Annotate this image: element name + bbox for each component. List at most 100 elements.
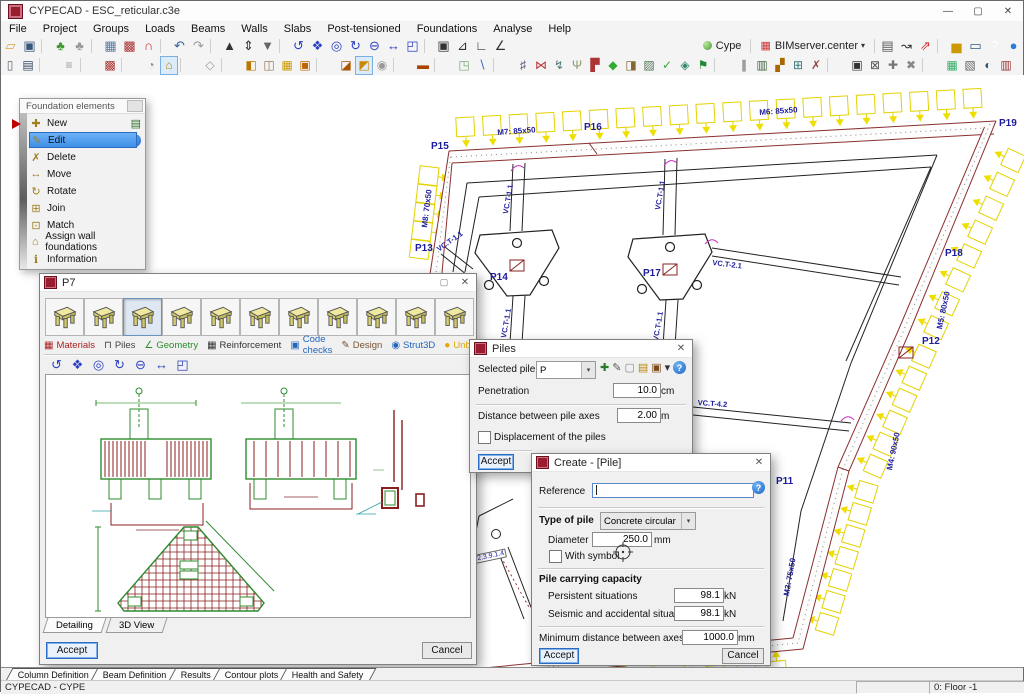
ribbon-tool-icon[interactable] bbox=[922, 58, 941, 72]
close-icon[interactable]: ✕ bbox=[670, 343, 692, 354]
ribbon-tool-icon[interactable]: ▥ bbox=[997, 57, 1015, 74]
ribbon-tool-icon[interactable]: ◉ bbox=[373, 57, 391, 74]
foundation-item-delete[interactable]: ✗ Delete bbox=[29, 149, 137, 165]
import-pile-icon[interactable]: ▤ bbox=[638, 361, 648, 374]
ribbon-tool-icon[interactable]: ◳ bbox=[455, 57, 473, 74]
ribbon-tool-icon[interactable]: ▣ bbox=[296, 57, 314, 74]
penetration-input[interactable]: 10.0 bbox=[613, 383, 661, 398]
ribbon-tool-icon[interactable]: ◈ bbox=[676, 57, 694, 74]
toolbar-icon[interactable]: ↶ bbox=[170, 37, 189, 54]
menu-item[interactable]: Foundations bbox=[409, 23, 486, 35]
displacement-checkbox[interactable] bbox=[478, 431, 491, 444]
ribbon-tool-icon[interactable]: ⚑ bbox=[694, 57, 712, 74]
menu-item[interactable]: Project bbox=[35, 23, 85, 35]
toolbar-icon[interactable] bbox=[279, 39, 287, 53]
foundation-item-join[interactable]: ⊞ Join bbox=[29, 200, 137, 216]
dialog-title-bar[interactable]: Piles ✕ bbox=[470, 340, 692, 358]
ribbon-tool-icon[interactable]: ◫ bbox=[260, 57, 278, 74]
p7-tab[interactable]: ◉ Strut3D bbox=[391, 340, 435, 351]
p7-tab[interactable]: ✎ Design bbox=[341, 340, 382, 351]
ribbon-tool-icon[interactable]: ↯ bbox=[550, 57, 568, 74]
ribbon-tool-icon[interactable]: ◆ bbox=[604, 57, 622, 74]
ribbon-tool-icon[interactable]: ▩ bbox=[101, 57, 119, 74]
toolbar-icon[interactable] bbox=[160, 39, 168, 53]
export-icon[interactable]: ⇗ bbox=[916, 37, 935, 54]
pilecap-type-button[interactable] bbox=[279, 298, 318, 336]
close-button[interactable]: ✕ bbox=[993, 1, 1023, 21]
ribbon-tool-icon[interactable]: ∖ bbox=[473, 57, 491, 74]
ribbon-tool-icon[interactable]: ▞ bbox=[771, 57, 789, 74]
web-icon[interactable]: ● bbox=[1004, 37, 1023, 54]
menu-item[interactable]: Help bbox=[540, 23, 579, 35]
foundation-item-rotate[interactable]: ↻ Rotate bbox=[29, 183, 137, 199]
bimserver-center-button[interactable]: ▦BIMserver.center▾ bbox=[754, 39, 871, 52]
toolbar-icon[interactable]: ⇕ bbox=[239, 37, 258, 54]
menu-item[interactable]: File bbox=[1, 23, 35, 35]
pile-library-arrow-icon[interactable]: ▾ bbox=[665, 361, 671, 374]
foundation-item-information[interactable]: ℹ Information bbox=[29, 251, 137, 267]
ribbon-tool-icon[interactable]: ◪ bbox=[337, 57, 355, 74]
ribbon-tool-icon[interactable]: ♯ bbox=[514, 57, 532, 74]
toolbar-icon[interactable]: ♣ bbox=[51, 37, 70, 54]
ribbon-tool-icon[interactable] bbox=[493, 58, 512, 72]
ribbon-tool-icon[interactable]: ≡ bbox=[60, 57, 78, 74]
toolbar-icon[interactable]: ▩ bbox=[120, 37, 139, 54]
seismic-input[interactable]: 98.1 bbox=[674, 606, 724, 621]
ribbon-tool-icon[interactable]: ▨ bbox=[640, 57, 658, 74]
dialog-title-bar[interactable]: P7 ▢ ✕ bbox=[40, 274, 476, 292]
accept-button[interactable]: Accept bbox=[539, 648, 579, 664]
toolbar-icon[interactable]: ▦ bbox=[101, 37, 120, 54]
persistent-input[interactable]: 98.1 bbox=[674, 588, 724, 603]
ribbon-tool-icon[interactable]: ▛ bbox=[586, 57, 604, 74]
p7-tab[interactable]: ▦ Materials bbox=[44, 340, 95, 351]
type-of-pile-dropdown[interactable]: Concrete circular ▾ bbox=[600, 512, 696, 530]
ribbon-tool-icon[interactable]: ◨ bbox=[622, 57, 640, 74]
menu-item[interactable]: Post-tensioned bbox=[319, 23, 408, 35]
ribbon-tool-icon[interactable]: ▣ bbox=[848, 57, 866, 74]
view-tool-icon[interactable]: ↺ bbox=[46, 356, 67, 373]
print-icon[interactable]: ▤ bbox=[878, 37, 897, 54]
detailing-viewport[interactable] bbox=[45, 374, 471, 618]
ribbon-tool-icon[interactable]: ◧ bbox=[242, 57, 260, 74]
toolbar-icon[interactable]: ▣ bbox=[20, 37, 39, 54]
edit-pile-icon[interactable]: ✎ bbox=[612, 361, 621, 374]
cype-button[interactable]: Cype bbox=[697, 40, 748, 52]
p7-tab[interactable]: ▦ Reinforcement bbox=[207, 340, 281, 351]
maximize-icon[interactable]: ▢ bbox=[434, 277, 454, 288]
ribbon-tool-icon[interactable]: ✓ bbox=[658, 57, 676, 74]
ribbon-tool-icon[interactable]: ⊞ bbox=[789, 57, 807, 74]
p7-tab[interactable]: ∠ Geometry bbox=[144, 340, 198, 351]
ribbon-tool-icon[interactable] bbox=[39, 58, 58, 72]
ribbon-tool-icon[interactable] bbox=[827, 58, 846, 72]
cancel-button[interactable]: Cancel bbox=[422, 642, 472, 659]
pile-library-icon[interactable]: ▣ bbox=[651, 361, 661, 374]
ribbon-tool-icon[interactable]: ▦ bbox=[278, 57, 296, 74]
ribbon-tool-icon[interactable]: ✚ bbox=[884, 57, 902, 74]
help-icon[interactable]: ? bbox=[752, 481, 765, 494]
ribbon-tool-icon[interactable] bbox=[180, 58, 199, 72]
ribbon-tool-icon[interactable]: ✗ bbox=[807, 57, 825, 74]
toolbar-icon[interactable]: ↔ bbox=[384, 37, 403, 54]
toolbar-icon[interactable] bbox=[937, 39, 945, 53]
ribbon-tool-icon[interactable]: ✖ bbox=[902, 57, 920, 74]
ribbon-tool-icon[interactable]: ◩ bbox=[355, 56, 373, 75]
view-tool-icon[interactable]: ⊖ bbox=[130, 356, 151, 373]
toolbar-icon[interactable]: ▣ bbox=[434, 37, 453, 54]
menu-item[interactable]: Analyse bbox=[485, 23, 540, 35]
p7-tab[interactable]: ⊓ Piles bbox=[104, 340, 135, 351]
pilecap-type-button[interactable] bbox=[435, 298, 474, 336]
ribbon-tool-icon[interactable]: ◐ bbox=[979, 57, 997, 74]
toolbar-icon[interactable]: ♣ bbox=[70, 37, 89, 54]
ribbon-tool-icon[interactable]: ▦ bbox=[943, 57, 961, 74]
menu-item[interactable]: Beams bbox=[183, 23, 233, 35]
toolbar-icon[interactable]: ↻ bbox=[346, 37, 365, 54]
ribbon-tool-icon[interactable]: ▧ bbox=[961, 57, 979, 74]
toolbar-icon[interactable]: ↷ bbox=[189, 37, 208, 54]
distance-input[interactable]: 2.00 bbox=[617, 408, 661, 423]
help-icon[interactable]: ? bbox=[985, 37, 1004, 54]
pilecap-type-button[interactable] bbox=[201, 298, 240, 336]
min-distance-input[interactable]: 1000.0 bbox=[682, 630, 738, 645]
accept-button[interactable]: Accept bbox=[478, 454, 514, 470]
foundation-item-assign-wall-foundations[interactable]: ⌂ Assign wall foundations bbox=[29, 234, 137, 250]
toolbar-icon[interactable]: ◰ bbox=[403, 37, 422, 54]
